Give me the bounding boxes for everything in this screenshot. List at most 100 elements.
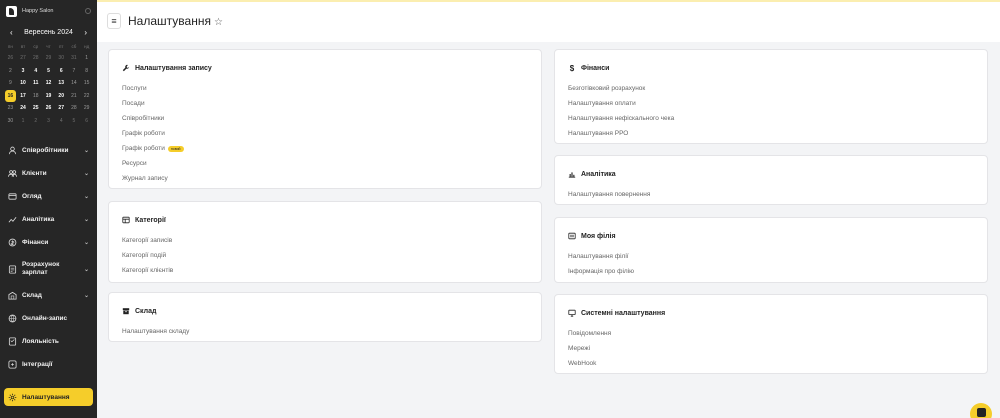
- link-services[interactable]: Послуги: [122, 81, 184, 96]
- bar-chart-icon: [568, 170, 576, 178]
- sidebar-item-label: Налаштування: [22, 393, 70, 401]
- calendar-day-today[interactable]: 16: [5, 89, 16, 102]
- link-payment-settings[interactable]: Налаштування оплати: [568, 96, 674, 111]
- calendar-day[interactable]: 30: [4, 115, 17, 128]
- calendar-day[interactable]: 6: [80, 115, 93, 128]
- link-resources[interactable]: Ресурси: [122, 156, 184, 171]
- sidebar-item-integrations[interactable]: Інтеграції: [0, 353, 97, 376]
- calendar-day[interactable]: 29: [42, 52, 55, 65]
- calendar-day[interactable]: 28: [29, 52, 42, 65]
- calendar-day[interactable]: 6: [55, 65, 68, 78]
- sidebar-item-warehouse[interactable]: Склад ⌄: [0, 284, 97, 307]
- calendar-day[interactable]: 15: [80, 77, 93, 90]
- chevron-down-icon: ⌄: [83, 148, 89, 154]
- calendar-day[interactable]: 26: [4, 52, 17, 65]
- calendar-day[interactable]: 29: [80, 102, 93, 115]
- link-networks[interactable]: Мережі: [568, 341, 611, 356]
- calendar-day[interactable]: 7: [68, 65, 81, 78]
- link-booking-journal[interactable]: Журнал запису: [122, 171, 184, 186]
- sidebar-item-online-booking[interactable]: Онлайн-запис: [0, 307, 97, 330]
- link-rro-settings[interactable]: Налаштування РРО: [568, 126, 674, 141]
- link-event-categories[interactable]: Категорії подій: [122, 248, 173, 263]
- monitor-icon: [568, 309, 576, 317]
- sidebar-item-label: Співробітники: [22, 147, 69, 154]
- calendar-day[interactable]: 2: [29, 115, 42, 128]
- sidebar-item-settings[interactable]: Налаштування: [4, 388, 93, 406]
- brand[interactable]: Happy Salon: [0, 0, 97, 22]
- sidebar-item-label: Огляд: [22, 193, 42, 200]
- calendar-day[interactable]: 26: [42, 102, 55, 115]
- calendar-day[interactable]: 17: [17, 90, 30, 103]
- card-title: Склад: [122, 307, 156, 315]
- calendar-day[interactable]: 19: [42, 90, 55, 103]
- link-warehouse-settings[interactable]: Налаштування складу: [122, 324, 189, 339]
- calendar-day[interactable]: 22: [80, 90, 93, 103]
- sidebar-item-label: Лояльність: [22, 338, 59, 345]
- brand-name: Happy Salon: [22, 8, 54, 14]
- sidebar-item-finance[interactable]: Фінанси ⌄: [0, 231, 97, 254]
- calendar-weekday: нд: [84, 44, 90, 49]
- link-cashless-payment[interactable]: Безготівковий розрахунок: [568, 81, 674, 96]
- link-notifications[interactable]: Повідомлення: [568, 326, 611, 341]
- box-icon: [122, 307, 130, 315]
- chat-support-button[interactable]: [970, 403, 992, 418]
- link-positions[interactable]: Посади: [122, 96, 184, 111]
- salon-logo-icon: [6, 5, 17, 17]
- sidebar-item-analytics[interactable]: Аналітика ⌄: [0, 208, 97, 231]
- calendar-day[interactable]: 2: [4, 65, 17, 78]
- calendar-day[interactable]: 10: [17, 77, 30, 90]
- calendar-day[interactable]: 21: [68, 90, 81, 103]
- calendar-day[interactable]: 31: [68, 52, 81, 65]
- chat-icon: [976, 407, 986, 417]
- calendar-day[interactable]: 8: [80, 65, 93, 78]
- sidebar-item-payroll[interactable]: Розрахунок зарплат ⌄: [0, 254, 97, 284]
- branch-switch-icon[interactable]: [85, 8, 91, 14]
- calendar-day[interactable]: 4: [55, 115, 68, 128]
- favorite-star-icon[interactable]: ☆: [214, 17, 223, 28]
- link-branch-info[interactable]: Інформація про філію: [568, 264, 634, 279]
- calendar-day[interactable]: 14: [68, 77, 81, 90]
- calendar-day[interactable]: 9: [4, 77, 17, 90]
- clients-icon: [8, 169, 17, 178]
- calendar-day[interactable]: 20: [55, 90, 68, 103]
- sidebar-item-loyalty[interactable]: Лояльність: [0, 330, 97, 353]
- sidebar-item-label: Клієнти: [22, 170, 47, 177]
- link-booking-categories[interactable]: Категорії записів: [122, 233, 173, 248]
- link-branch-settings[interactable]: Налаштування філії: [568, 249, 634, 264]
- link-client-categories[interactable]: Категорії клієнтів: [122, 263, 173, 278]
- calendar-day[interactable]: 1: [17, 115, 30, 128]
- link-employees[interactable]: Співробітники: [122, 111, 184, 126]
- link-nonfiscal-receipt-settings[interactable]: Налаштування нефіскального чека: [568, 111, 674, 126]
- calendar-day[interactable]: 27: [55, 102, 68, 115]
- calendar-weekday: ср: [33, 44, 39, 49]
- next-month-button[interactable]: ›: [84, 28, 87, 37]
- calendar-day[interactable]: 27: [17, 52, 30, 65]
- calendar-day[interactable]: 3: [42, 115, 55, 128]
- calendar-day[interactable]: 24: [17, 102, 30, 115]
- chevron-down-icon: ⌄: [83, 293, 89, 299]
- calendar-day[interactable]: 11: [29, 77, 42, 90]
- online-booking-icon: [8, 314, 17, 323]
- calendar-day[interactable]: 1: [80, 52, 93, 65]
- calendar-day[interactable]: 28: [68, 102, 81, 115]
- link-return-settings[interactable]: Налаштування повернення: [568, 187, 650, 202]
- calendar-day[interactable]: 30: [55, 52, 68, 65]
- link-webhook[interactable]: WebHook: [568, 356, 611, 371]
- calendar-day[interactable]: 4: [29, 65, 42, 78]
- calendar-day[interactable]: 5: [42, 65, 55, 78]
- calendar-day[interactable]: 3: [17, 65, 30, 78]
- calendar-day[interactable]: 25: [29, 102, 42, 115]
- sidebar-item-employees[interactable]: Співробітники ⌄: [0, 139, 97, 162]
- sidebar-item-overview[interactable]: Огляд ⌄: [0, 185, 97, 208]
- calendar-day[interactable]: 23: [4, 102, 17, 115]
- link-work-schedule[interactable]: Графік роботи: [122, 126, 184, 141]
- menu-toggle-button[interactable]: ≡: [107, 13, 121, 29]
- calendar-day[interactable]: 13: [55, 77, 68, 90]
- chevron-down-icon: ⌄: [83, 194, 89, 200]
- calendar-day[interactable]: 5: [68, 115, 81, 128]
- calendar-day[interactable]: 12: [42, 77, 55, 90]
- sidebar-item-clients[interactable]: Клієнти ⌄: [0, 162, 97, 185]
- link-work-schedule-new[interactable]: Графік роботи новий: [122, 141, 184, 156]
- calendar-day[interactable]: 18: [29, 90, 42, 103]
- prev-month-button[interactable]: ‹: [10, 28, 13, 37]
